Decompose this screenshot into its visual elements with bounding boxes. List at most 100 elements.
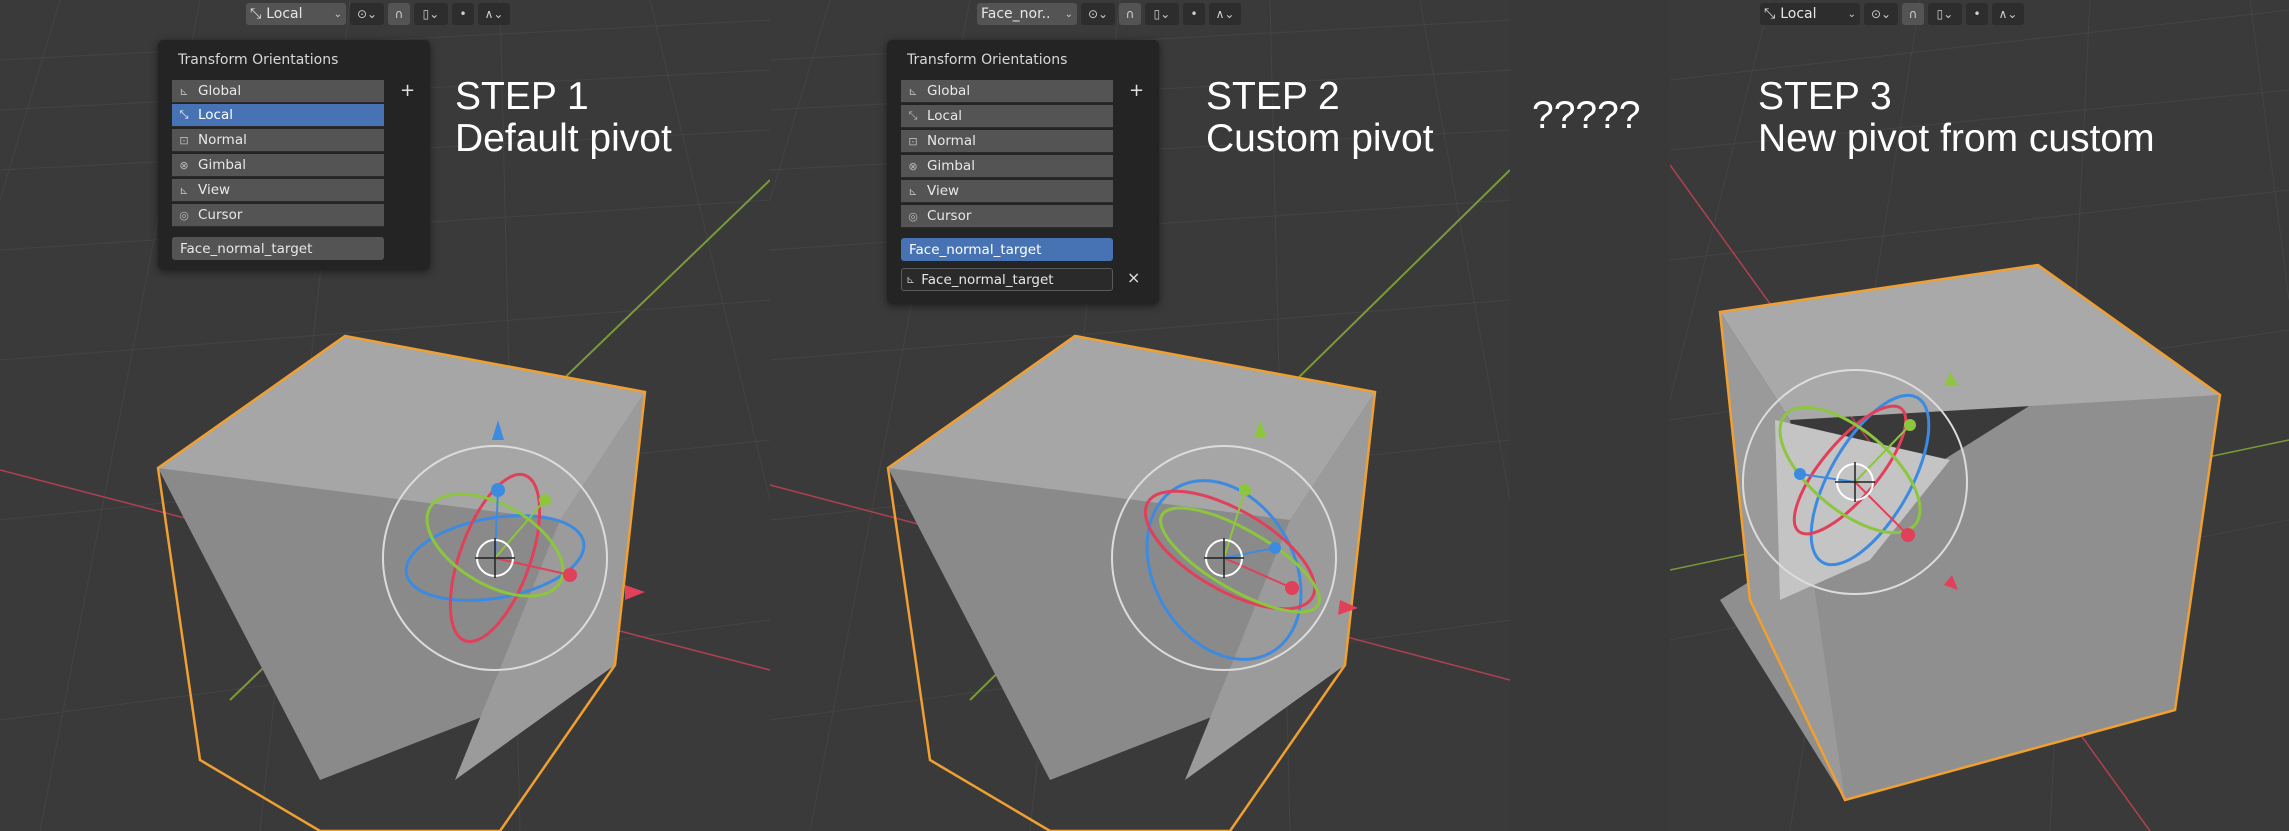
falloff-icon: ∧⌄ (1215, 7, 1235, 21)
orientation-gimbal[interactable]: ⊗ Gimbal (901, 155, 1113, 178)
transform-orientations-popup: Transform Orientations ⊾ Global ⤡ Local ⊡ N… (158, 40, 430, 270)
pivot-point-button[interactable]: ⊙⌄ (350, 3, 384, 25)
orientation-cursor[interactable]: ◎ Cursor (901, 205, 1113, 228)
viewport-step-3[interactable]: ⤡ Local ⌄ ⊙⌄ ∩ ▯⌄ • ∧⌄ STEP 3 New pivot … (1670, 0, 2289, 831)
snap-target-button[interactable]: ▯⌄ (1928, 3, 1962, 25)
pivot-icon: ⊙⌄ (1087, 7, 1109, 21)
step-subheading: Custom pivot (1206, 117, 1434, 160)
pivot-point-button[interactable]: ⊙⌄ (1081, 3, 1115, 25)
global-icon: ⊾ (908, 84, 918, 98)
snap-toggle[interactable]: ∩ (388, 3, 410, 25)
screenshot-composite: ⤡ Local ⌄ ⊙⌄ ∩ ▯⌄ • ∧⌄ Transform Orienta… (0, 0, 2289, 831)
proportional-edit-toggle[interactable]: • (452, 3, 474, 25)
orientation-icon: ⤡ (1764, 6, 1776, 22)
snap-target-icon: ▯⌄ (1153, 7, 1171, 21)
chevron-down-icon: ⌄ (1064, 8, 1073, 20)
orientation-icon: ⊾ (906, 273, 916, 286)
orientation-value: Local (1780, 6, 1817, 22)
falloff-icon: ∧⌄ (484, 7, 504, 21)
option-label: Global (198, 83, 242, 99)
header-toolbar: Face_nor.. ⌄ ⊙⌄ ∩ ▯⌄ • ∧⌄ (977, 3, 1241, 25)
custom-orientation-name-field[interactable]: ⊾ Face_normal_target (901, 268, 1113, 291)
cursor-icon: ◎ (908, 209, 918, 223)
pivot-point-button[interactable]: ⊙⌄ (1864, 3, 1898, 25)
step-caption: STEP 1 Default pivot (455, 76, 672, 160)
step-heading: STEP 2 (1206, 75, 1340, 118)
close-icon[interactable]: × (1127, 268, 1140, 287)
orientation-cursor[interactable]: ◎ Cursor (172, 204, 384, 227)
orientation-local[interactable]: ⤡ Local (172, 104, 384, 127)
snap-target-icon: ▯⌄ (422, 7, 440, 21)
proportional-icon: • (1973, 7, 1981, 21)
local-icon: ⤡ (179, 108, 189, 121)
custom-orientation-name: Face_normal_target (921, 271, 1054, 288)
step-subheading: New pivot from custom (1758, 117, 2155, 160)
orientation-dropdown[interactable]: ⤡ Local ⌄ (1760, 3, 1860, 25)
orientation-normal[interactable]: ⊡ Normal (172, 129, 384, 152)
orientation-view[interactable]: ⊾ View (172, 179, 384, 202)
snap-target-button[interactable]: ▯⌄ (414, 3, 448, 25)
orientation-global[interactable]: ⊾ Global (901, 80, 1113, 103)
step-heading: STEP 3 (1758, 75, 1892, 118)
falloff-button[interactable]: ∧⌄ (478, 3, 510, 25)
proportional-edit-toggle[interactable]: • (1966, 3, 1988, 25)
normal-icon: ⊡ (908, 134, 918, 148)
step-caption: STEP 3 New pivot from custom (1758, 76, 2155, 160)
gimbal-icon: ⊗ (908, 159, 918, 173)
proportional-edit-toggle[interactable]: • (1183, 3, 1205, 25)
chevron-down-icon: ⌄ (1847, 8, 1856, 20)
orientation-global[interactable]: ⊾ Global (172, 80, 384, 103)
option-label: Gimbal (927, 158, 975, 174)
chevron-down-icon: ⌄ (333, 8, 342, 20)
snap-icon: ∩ (1125, 7, 1135, 21)
viewport-step-2[interactable]: Face_nor.. ⌄ ⊙⌄ ∩ ▯⌄ • ∧⌄ Transform Orie… (770, 0, 1510, 831)
orientation-dropdown[interactable]: Face_nor.. ⌄ (977, 3, 1077, 25)
option-label: Normal (198, 132, 247, 148)
option-label: View (198, 182, 231, 198)
header-toolbar: ⤡ Local ⌄ ⊙⌄ ∩ ▯⌄ • ∧⌄ (1760, 3, 2024, 25)
step-subheading: Default pivot (455, 117, 672, 160)
falloff-button[interactable]: ∧⌄ (1209, 3, 1241, 25)
orientation-dropdown[interactable]: ⤡ Local ⌄ (246, 3, 346, 25)
option-label: View (927, 183, 960, 199)
orientation-icon: ⤡ (250, 6, 262, 22)
option-label: Cursor (198, 207, 243, 223)
option-label: Normal (927, 133, 976, 149)
option-label: Cursor (927, 208, 972, 224)
falloff-icon: ∧⌄ (1998, 7, 2018, 21)
proportional-icon: • (459, 7, 467, 21)
option-label: Local (927, 108, 962, 124)
snap-target-icon: ▯⌄ (1936, 7, 1954, 21)
local-icon: ⤡ (908, 109, 918, 122)
orientation-local[interactable]: ⤡ Local (901, 105, 1113, 128)
snap-icon: ∩ (394, 7, 404, 21)
snap-target-button[interactable]: ▯⌄ (1145, 3, 1179, 25)
gimbal-icon: ⊗ (179, 158, 189, 172)
snap-toggle[interactable]: ∩ (1119, 3, 1141, 25)
plus-icon[interactable]: + (1129, 80, 1144, 101)
view-icon: ⊾ (908, 184, 918, 198)
transform-orientations-popup: Transform Orientations ⊾ Global ⤡ Local ⊡ N… (887, 40, 1159, 304)
header-toolbar: ⤡ Local ⌄ ⊙⌄ ∩ ▯⌄ • ∧⌄ (246, 3, 510, 25)
snap-toggle[interactable]: ∩ (1902, 3, 1924, 25)
view-icon: ⊾ (179, 183, 189, 197)
pivot-icon: ⊙⌄ (356, 7, 378, 21)
orientation-value: Face_nor.. (981, 6, 1051, 22)
custom-orientation-item[interactable]: Face_normal_target (901, 238, 1113, 261)
popup-title: Transform Orientations (907, 52, 1068, 68)
step-caption: STEP 2 Custom pivot (1206, 76, 1434, 160)
orientation-normal[interactable]: ⊡ Normal (901, 130, 1113, 153)
option-label: Local (198, 107, 233, 123)
orientation-gimbal[interactable]: ⊗ Gimbal (172, 154, 384, 177)
plus-icon[interactable]: + (400, 80, 415, 101)
unknown-step-label: ????? (1532, 94, 1641, 137)
normal-icon: ⊡ (179, 133, 189, 147)
option-label: Global (927, 83, 971, 99)
falloff-button[interactable]: ∧⌄ (1992, 3, 2024, 25)
orientation-view[interactable]: ⊾ View (901, 180, 1113, 203)
viewport-step-1[interactable]: ⤡ Local ⌄ ⊙⌄ ∩ ▯⌄ • ∧⌄ Transform Orienta… (0, 0, 770, 831)
cursor-icon: ◎ (179, 208, 189, 222)
custom-orientation-item[interactable]: Face_normal_target (172, 237, 384, 260)
option-label: Gimbal (198, 157, 246, 173)
popup-title: Transform Orientations (178, 52, 339, 68)
